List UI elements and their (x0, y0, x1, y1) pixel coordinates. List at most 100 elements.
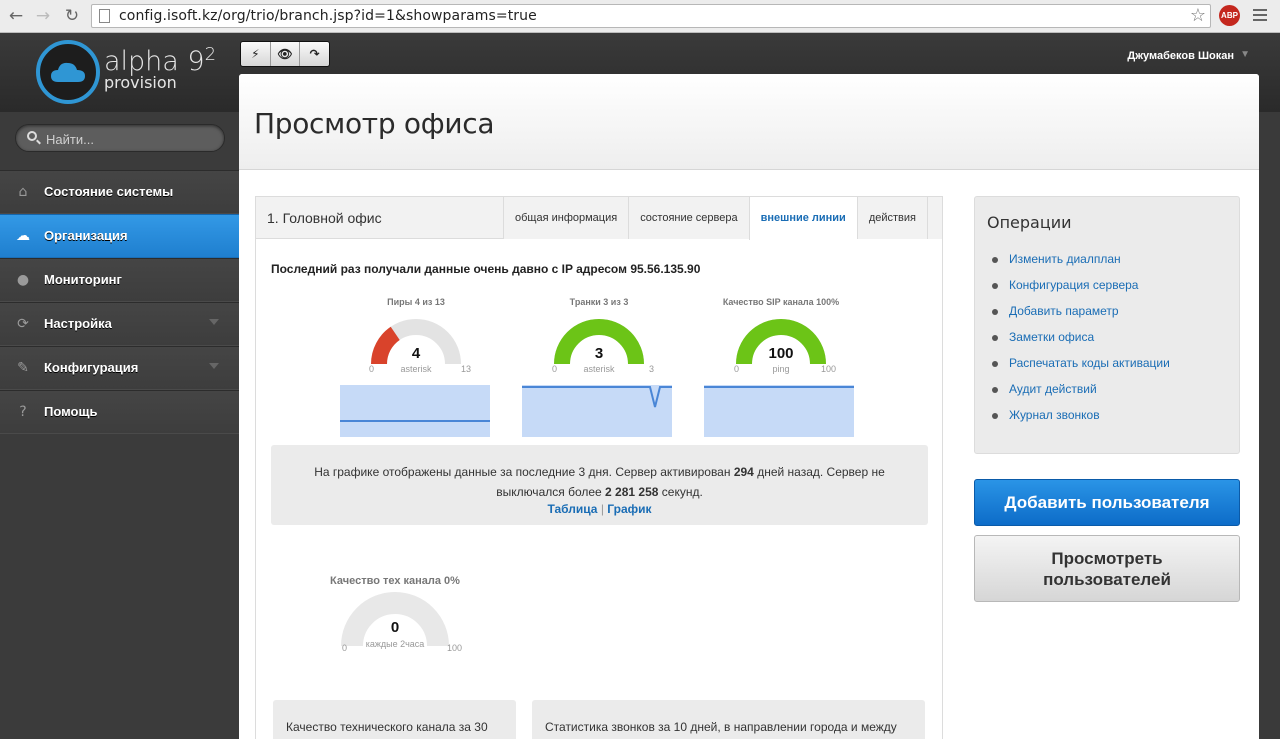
cloud-icon: ☁ (16, 228, 30, 244)
call-stats-card: Статистика звонков за 10 дней, в направл… (532, 700, 925, 739)
info-links: Таблица | График (547, 502, 652, 516)
gauge-label: Качество тех канала 0% (330, 575, 460, 587)
info-box: На графике отображены данные за последни… (271, 445, 928, 525)
chevron-down-icon[interactable]: ▼ (1240, 49, 1250, 60)
browser-menu-icon[interactable] (1253, 7, 1267, 25)
sparkline-chart (704, 386, 854, 388)
title-bar: Просмотр офиса (239, 74, 1259, 170)
lightning-icon-button[interactable]: ⚡ (241, 42, 271, 66)
last-data-text: Последний раз получали данные очень давн… (271, 262, 701, 276)
graph-link[interactable]: График (607, 502, 651, 516)
sidebar-item-label: Мониторинг (44, 272, 122, 287)
search-icon (27, 131, 37, 141)
operations-item: Журнал звонков (975, 405, 1241, 431)
button-label-line2: пользователей (1043, 570, 1171, 589)
gauge-value: 3 (594, 345, 604, 362)
quick-toolbar: ⚡ 👁 ↷ (240, 41, 330, 67)
url-text[interactable]: config.isoft.kz/org/trio/branch.jsp?id=1… (119, 8, 537, 24)
operations-item: Распечатать коды активации (975, 353, 1241, 379)
operations-link[interactable]: Изменить диалплан (1009, 252, 1121, 266)
bullet-icon (992, 335, 998, 341)
sparkline-chart (340, 420, 490, 437)
gauge-max: 3 (648, 364, 654, 374)
office-header: 1. Головной офис общая информация состоя… (256, 197, 942, 240)
office-tabs: общая информация состояние сервера внешн… (503, 197, 942, 240)
cloud-icon (51, 62, 85, 82)
operations-link[interactable]: Добавить параметр (1009, 304, 1119, 318)
sidebar-item-label: Настройка (44, 316, 112, 331)
sidebar-item-label: Помощь (44, 404, 98, 419)
bullet-icon (992, 387, 998, 393)
operations-item: Добавить параметр (975, 301, 1241, 327)
bookmark-star-icon[interactable]: ☆ (1190, 5, 1206, 27)
operations-link[interactable]: Распечатать коды активации (1009, 356, 1170, 370)
sidebar: ⌂ Состояние системы ☁ Организация ● Мониторин… (0, 112, 239, 739)
tab-general-info[interactable]: общая информация (503, 197, 629, 239)
operations-list: Изменить диалплан Конфигурация сервера Доб… (975, 249, 1241, 431)
user-menu[interactable]: Джумабеков Шокан (1127, 50, 1234, 62)
question-icon: ? (19, 404, 27, 420)
operations-link[interactable]: Журнал звонков (1009, 408, 1100, 422)
forward-icon[interactable]: → (32, 5, 54, 27)
operations-item: Конфигурация сервера (975, 275, 1241, 301)
gauge-value: 4 (411, 345, 421, 362)
gauge-sip-quality: Качество SIP канала 100% 100 0 ping 100 (716, 297, 846, 377)
operations-link[interactable]: Аудит действий (1009, 382, 1097, 396)
operations-link[interactable]: Конфигурация сервера (1009, 278, 1138, 292)
bullet-icon (992, 361, 998, 367)
sidebar-item-monitoring[interactable]: ● Мониторинг (0, 258, 239, 302)
sidebar-item-configuration[interactable]: ✎ Конфигурация (0, 346, 239, 390)
sidebar-item-help[interactable]: ? Помощь (0, 390, 239, 434)
tab-actions[interactable]: действия (856, 197, 927, 239)
card-title: Качество технического канала за 30 (286, 720, 488, 734)
sidebar-item-label: Состояние системы (44, 184, 174, 199)
map-pin-icon: ● (16, 272, 30, 288)
main-panel: Просмотр офиса 1. Головной офис общая ин… (239, 74, 1259, 739)
tab-server-state[interactable]: состояние сервера (628, 197, 749, 239)
address-bar[interactable]: config.isoft.kz/org/trio/branch.jsp?id=1… (91, 4, 1211, 28)
add-user-button[interactable]: Добавить пользователя (974, 479, 1240, 526)
search-box[interactable] (15, 124, 225, 152)
back-icon[interactable]: ← (5, 5, 27, 27)
sidebar-menu: ⌂ Состояние системы ☁ Организация ● Мониторин… (0, 170, 239, 434)
sidebar-item-organization[interactable]: ☁ Организация (0, 214, 239, 258)
page-icon (99, 9, 110, 23)
sparkline-chart (522, 386, 672, 408)
search-input[interactable] (46, 130, 216, 148)
bullet-icon (992, 283, 998, 289)
gauge-unit: asterisk (583, 364, 615, 374)
office-panel: 1. Головной офис общая информация состоя… (255, 196, 943, 739)
sparkline-sip (704, 385, 854, 437)
operations-item: Изменить диалплан (975, 249, 1241, 275)
sidebar-item-system-state[interactable]: ⌂ Состояние системы (0, 170, 239, 214)
logo-icon (36, 40, 100, 104)
tab-external-lines[interactable]: внешние линии (748, 197, 857, 240)
info-text: На графике отображены данные за последни… (314, 465, 885, 499)
operations-panel: Операции Изменить диалплан Конфигурация с… (974, 196, 1240, 454)
adblock-icon[interactable]: ABP (1219, 5, 1240, 26)
gauge-label: Качество SIP канала 100% (722, 297, 840, 307)
operations-title: Операции (987, 213, 1072, 232)
view-users-button[interactable]: Просмотреть пользователей (974, 535, 1240, 602)
reload-icon[interactable]: ↻ (61, 5, 83, 27)
chevron-down-icon (209, 319, 219, 325)
table-link[interactable]: Таблица (547, 502, 597, 516)
chevron-down-icon (209, 363, 219, 369)
operations-item: Заметки офиса (975, 327, 1241, 353)
tech-channel-card: Качество технического канала за 30 (273, 700, 516, 739)
gauge-value: 0 (390, 619, 400, 636)
sparkline-peers (340, 385, 490, 437)
gauge-max: 100 (446, 643, 462, 653)
bullet-icon (992, 413, 998, 419)
redo-icon-button[interactable]: ↷ (300, 42, 329, 66)
sidebar-item-settings[interactable]: ⟳ Настройка (0, 302, 239, 346)
logo-subtitle: provision (104, 73, 177, 92)
gauge-value: 100 (768, 345, 794, 362)
operations-link[interactable]: Заметки офиса (1009, 330, 1094, 344)
gauge-tech-quality: Качество тех канала 0% 0 0 каждые 2часа … (330, 575, 462, 655)
sparkline-trunks (522, 385, 672, 437)
home-icon: ⌂ (18, 184, 28, 200)
bullet-icon (992, 257, 998, 263)
eye-icon-button[interactable]: 👁 (270, 42, 301, 66)
sidebar-item-label: Организация (44, 228, 128, 243)
